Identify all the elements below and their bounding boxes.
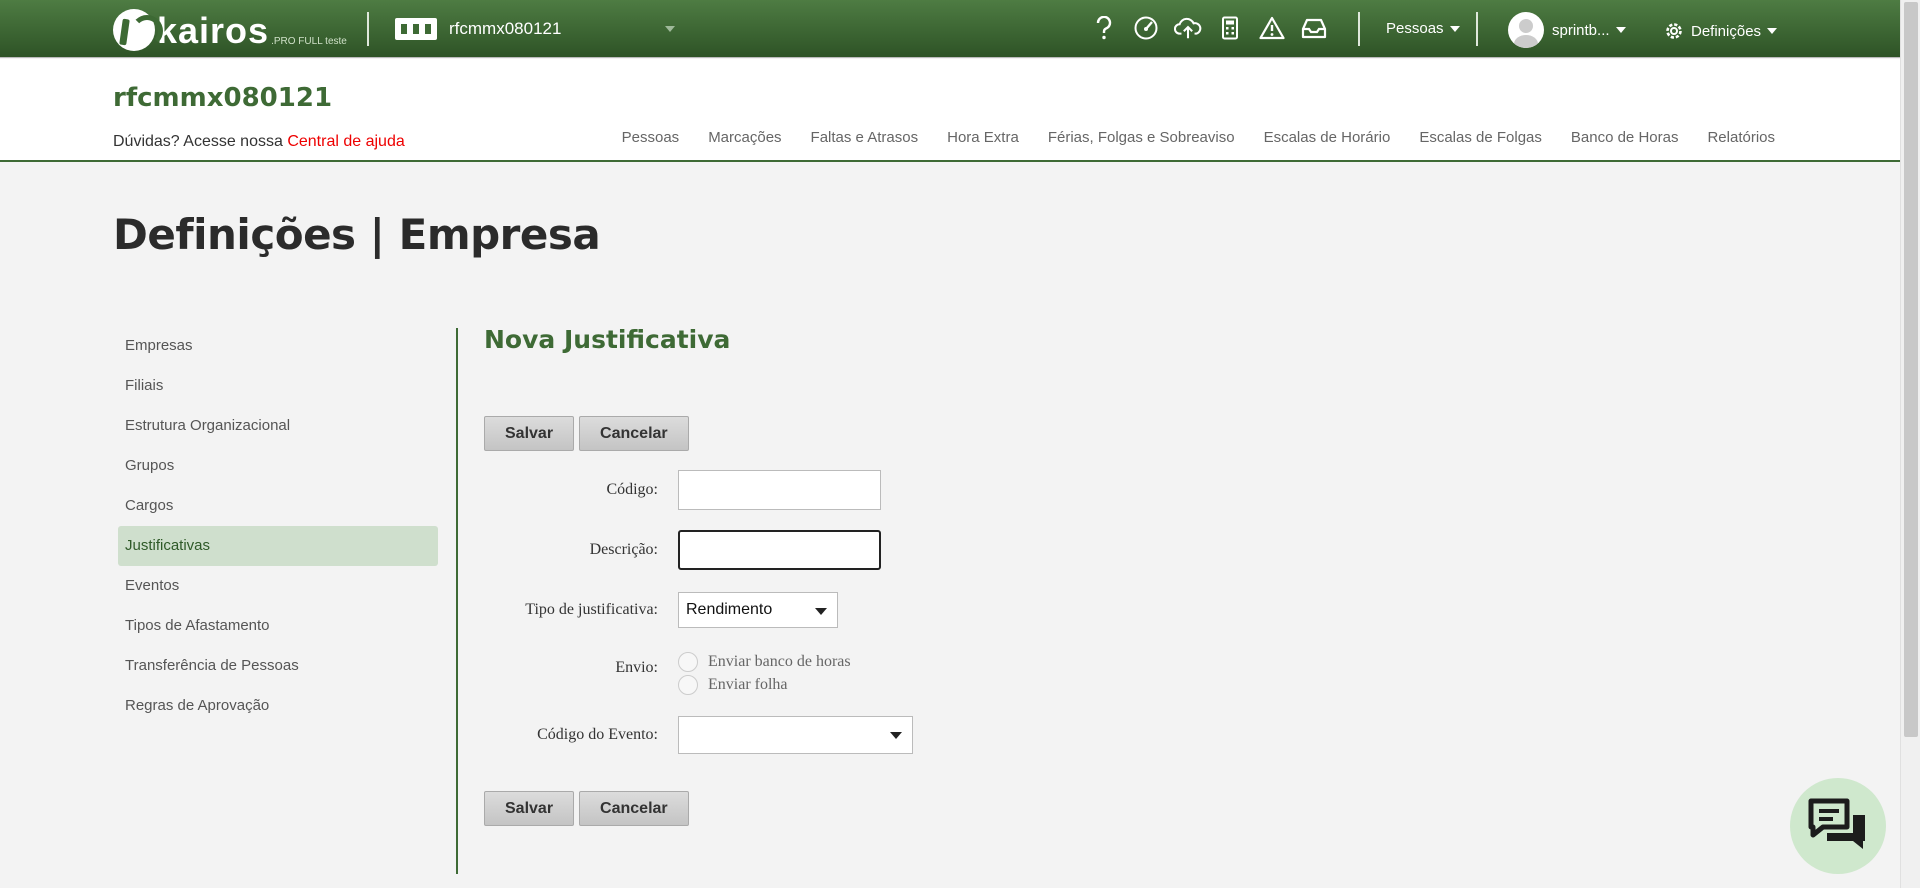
radio-circle[interactable] xyxy=(678,652,698,672)
descricao-row: Descrição: xyxy=(484,530,881,570)
chevron-down-icon xyxy=(1767,28,1778,34)
nav-item-banco-horas[interactable]: Banco de Horas xyxy=(1571,129,1679,146)
chevron-down-icon xyxy=(1449,25,1460,32)
company-name: rfcmmx080121 xyxy=(449,19,562,38)
top-bar: kairos .PRO FULL teste rfcmmx080121 Pess… xyxy=(0,0,1900,58)
sidebar-item-tipos-afastamento[interactable]: Tipos de Afastamento xyxy=(118,606,438,646)
divider xyxy=(1358,12,1360,46)
sidebar-item-transferencia-pessoas[interactable]: Transferência de Pessoas xyxy=(118,646,438,686)
sidebar-item-regras-aprovacao[interactable]: Regras de Aprovação xyxy=(118,686,438,726)
codigo-field[interactable] xyxy=(678,470,881,510)
nav-item-escalas-horario[interactable]: Escalas de Horário xyxy=(1264,129,1391,146)
logo-text: kairos xyxy=(157,10,270,51)
sidebar-item-eventos[interactable]: Eventos xyxy=(118,566,438,606)
settings-menu[interactable]: Definições xyxy=(1663,20,1778,42)
settings-label: Definições xyxy=(1691,22,1762,40)
nav-item-marcacoes[interactable]: Marcações xyxy=(708,129,781,146)
sidebar-item-estrutura-organizacional[interactable]: Estrutura Organizacional xyxy=(118,406,438,446)
building-icon xyxy=(395,18,437,40)
help-center-link[interactable]: Central de ajuda xyxy=(287,133,404,150)
nav-item-faltas-atrasos[interactable]: Faltas e Atrasos xyxy=(811,129,919,146)
codigo-label: Código: xyxy=(606,481,658,498)
cancel-button[interactable]: Cancelar xyxy=(579,791,689,826)
form-title: Nova Justificativa xyxy=(484,325,731,354)
nav-item-hora-extra[interactable]: Hora Extra xyxy=(947,129,1019,146)
user-menu[interactable]: sprintb... xyxy=(1508,12,1626,48)
scrollbar-thumb[interactable] xyxy=(1904,2,1918,737)
divider xyxy=(1476,12,1478,46)
chat-icon xyxy=(1807,797,1869,856)
chevron-down-icon xyxy=(815,608,827,615)
page-title: Definições | Empresa xyxy=(113,210,601,259)
sidebar-item-cargos[interactable]: Cargos xyxy=(118,486,438,526)
pessoas-menu-label: Pessoas xyxy=(1386,20,1444,37)
tipo-justificativa-select[interactable]: Rendimento xyxy=(678,592,838,628)
vertical-scrollbar[interactable] xyxy=(1900,0,1920,888)
help-icon[interactable] xyxy=(1090,14,1118,42)
main-nav: Pessoas Marcações Faltas e Atrasos Hora … xyxy=(622,129,1775,146)
avatar xyxy=(1508,12,1544,48)
envio-label: Envio: xyxy=(615,659,658,676)
nav-item-relatorios[interactable]: Relatórios xyxy=(1707,129,1775,146)
envio-radio-group: Enviar banco de horas Enviar folha xyxy=(678,652,851,695)
user-name: sprintb... xyxy=(1552,21,1610,39)
logo-subtitle: .PRO FULL teste xyxy=(271,36,347,47)
save-button[interactable]: Salvar xyxy=(484,416,575,451)
envio-folha-radio[interactable]: Enviar folha xyxy=(678,675,851,695)
nav-item-ferias-folgas[interactable]: Férias, Folgas e Sobreaviso xyxy=(1048,129,1235,146)
nav-item-escalas-folgas[interactable]: Escalas de Folgas xyxy=(1419,129,1542,146)
content-divider xyxy=(456,328,458,874)
tipo-label: Tipo de justificativa: xyxy=(525,601,658,618)
envio-folha-label: Enviar folha xyxy=(708,676,788,693)
sidebar-item-grupos[interactable]: Grupos xyxy=(118,446,438,486)
divider xyxy=(367,12,369,46)
tipo-row: Tipo de justificativa: Rendimento xyxy=(484,592,838,628)
chevron-down-icon xyxy=(890,732,902,739)
gear-icon xyxy=(1663,20,1685,42)
cloud-upload-icon[interactable] xyxy=(1174,14,1202,42)
descricao-field[interactable] xyxy=(678,530,881,570)
nav-item-pessoas[interactable]: Pessoas xyxy=(622,129,680,146)
descricao-label: Descrição: xyxy=(589,541,658,558)
company-selector[interactable]: rfcmmx080121 xyxy=(395,18,675,40)
codigo-row: Código: xyxy=(484,470,881,510)
kairos-logo[interactable]: kairos .PRO FULL teste xyxy=(113,5,347,51)
sidebar-item-justificativas[interactable]: Justificativas xyxy=(118,526,438,566)
sidebar-item-empresas[interactable]: Empresas xyxy=(118,326,438,366)
radio-circle[interactable] xyxy=(678,675,698,695)
pessoas-menu[interactable]: Pessoas xyxy=(1386,20,1460,37)
warning-icon[interactable] xyxy=(1258,14,1286,42)
chevron-down-icon xyxy=(665,26,675,32)
cancel-button[interactable]: Cancelar xyxy=(579,416,689,451)
codigo-evento-select[interactable] xyxy=(678,716,913,754)
help-text: Dúvidas? Acesse nossa Central de ajuda xyxy=(113,133,405,151)
chevron-down-icon xyxy=(1615,27,1626,33)
save-button[interactable]: Salvar xyxy=(484,791,575,826)
top-button-row: Salvar Cancelar xyxy=(484,416,689,451)
speedometer-icon[interactable] xyxy=(1132,14,1160,42)
bottom-button-row: Salvar Cancelar xyxy=(484,791,689,826)
site-header: rfcmmx080121 Dúvidas? Acesse nossa Centr… xyxy=(0,59,1900,162)
top-icon-bar xyxy=(1090,14,1342,42)
logo-icon xyxy=(113,9,163,51)
inbox-icon[interactable] xyxy=(1300,14,1328,42)
settings-sidebar: Empresas Filiais Estrutura Organizaciona… xyxy=(118,326,438,726)
help-prefix: Dúvidas? Acesse nossa xyxy=(113,133,283,150)
evento-row: Código do Evento: xyxy=(484,716,913,754)
envio-row: Envio: Enviar banco de horas Enviar folh… xyxy=(484,652,851,695)
envio-banco-horas-label: Enviar banco de horas xyxy=(708,653,851,670)
envio-banco-horas-radio[interactable]: Enviar banco de horas xyxy=(678,652,851,672)
sidebar-item-filiais[interactable]: Filiais xyxy=(118,366,438,406)
evento-label: Código do Evento: xyxy=(537,726,658,743)
tipo-selected-value: Rendimento xyxy=(686,601,773,618)
company-title: rfcmmx080121 xyxy=(113,83,333,113)
calculator-icon[interactable] xyxy=(1216,14,1244,42)
chat-button[interactable] xyxy=(1790,778,1886,874)
